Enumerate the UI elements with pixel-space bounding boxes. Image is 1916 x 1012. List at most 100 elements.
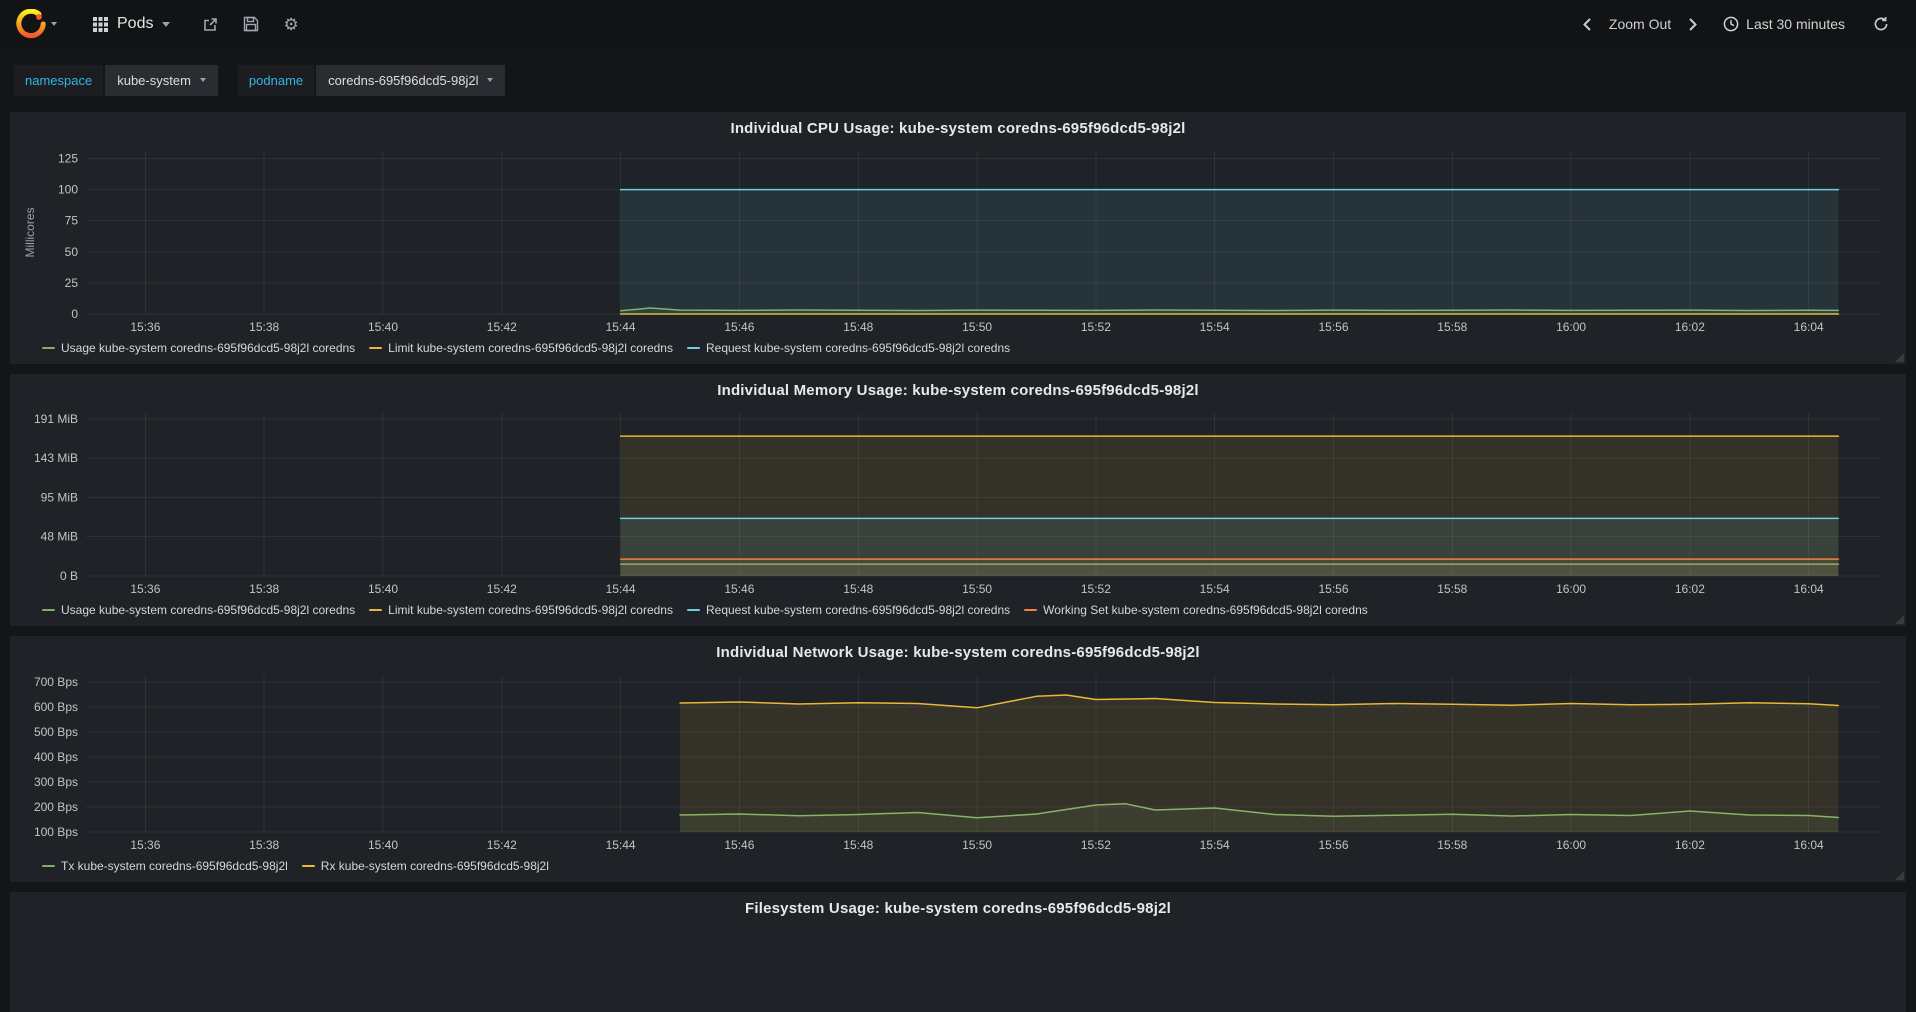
cpu-legend: Usage kube-system coredns-695f96dcd5-98j… — [20, 338, 1896, 358]
grafana-logo-icon — [16, 9, 46, 39]
legend-color-swatch-icon — [42, 347, 55, 349]
svg-text:16:00: 16:00 — [1556, 838, 1586, 852]
share-dashboard-button[interactable] — [202, 16, 219, 33]
time-shift-right-button[interactable] — [1680, 12, 1706, 37]
svg-text:15:36: 15:36 — [130, 838, 160, 852]
legend-item[interactable]: Usage kube-system coredns-695f96dcd5-98j… — [42, 341, 355, 355]
legend-label: Request kube-system coredns-695f96dcd5-9… — [705, 341, 1011, 355]
panel-title[interactable]: Individual CPU Usage: kube-system coredn… — [20, 117, 1896, 141]
svg-text:15:50: 15:50 — [962, 582, 992, 596]
legend-item[interactable]: Limit kube-system coredns-695f96dcd5-98j… — [369, 603, 673, 617]
panel-title[interactable]: Individual Network Usage: kube-system co… — [20, 641, 1896, 665]
panel-title[interactable]: Individual Memory Usage: kube-system cor… — [20, 379, 1896, 403]
legend-item[interactable]: Tx kube-system coredns-695f96dcd5-98j2l — [42, 859, 288, 873]
legend-color-swatch-icon — [301, 865, 315, 867]
svg-text:15:44: 15:44 — [606, 582, 636, 596]
legend-color-swatch-icon — [369, 347, 383, 349]
legend-color-swatch-icon — [686, 609, 700, 611]
dashboard-picker-button[interactable]: Pods — [85, 9, 178, 39]
caret-down-icon — [162, 21, 171, 27]
grafana-main-menu-button[interactable] — [8, 0, 65, 48]
navbar: Pods ⚙ Zoom Out Last 30 minutes — [0, 0, 1916, 48]
svg-text:16:02: 16:02 — [1675, 582, 1705, 596]
svg-text:15:52: 15:52 — [1081, 320, 1111, 334]
svg-text:15:44: 15:44 — [606, 320, 636, 334]
svg-text:16:02: 16:02 — [1675, 838, 1705, 852]
svg-text:75: 75 — [65, 214, 79, 228]
filesystem-usage-chart[interactable] — [20, 923, 1896, 1006]
variable-podname-value-dropdown[interactable]: coredns-695f96dcd5-98j2l — [316, 64, 506, 96]
svg-text:15:40: 15:40 — [368, 320, 398, 334]
cpu-usage-chart[interactable]: 15:36 15:38 15:40 15:42 15:44 15:46 15:48 15:50… — [20, 143, 1896, 338]
caret-down-icon — [487, 78, 494, 82]
zoom-out-label: Zoom Out — [1608, 16, 1672, 32]
svg-text:15:38: 15:38 — [249, 838, 279, 852]
svg-text:16:00: 16:00 — [1556, 320, 1586, 334]
svg-text:500 Bps: 500 Bps — [34, 725, 78, 739]
legend-label: Limit kube-system coredns-695f96dcd5-98j… — [388, 341, 673, 355]
svg-text:15:48: 15:48 — [843, 838, 873, 852]
panel-resize-handle[interactable] — [1895, 871, 1904, 880]
svg-text:15:46: 15:46 — [724, 320, 754, 334]
svg-text:16:00: 16:00 — [1556, 582, 1586, 596]
svg-text:15:48: 15:48 — [843, 582, 873, 596]
svg-text:15:58: 15:58 — [1437, 838, 1467, 852]
svg-text:15:54: 15:54 — [1200, 320, 1230, 334]
legend-item[interactable]: Usage kube-system coredns-695f96dcd5-98j… — [42, 603, 355, 617]
svg-text:143 MiB: 143 MiB — [34, 451, 78, 465]
svg-text:Millicores: Millicores — [23, 207, 37, 257]
legend-item[interactable]: Limit kube-system coredns-695f96dcd5-98j… — [369, 341, 673, 355]
save-icon — [243, 16, 259, 32]
svg-text:15:42: 15:42 — [487, 320, 517, 334]
svg-text:15:46: 15:46 — [724, 838, 754, 852]
variable-namespace-value-dropdown[interactable]: kube-system — [105, 64, 218, 96]
legend-item[interactable]: Request kube-system coredns-695f96dcd5-9… — [686, 341, 1011, 355]
legend-item[interactable]: Rx kube-system coredns-695f96dcd5-98j2l — [301, 859, 549, 873]
legend-item[interactable]: Working Set kube-system coredns-695f96dc… — [1024, 603, 1368, 617]
svg-text:15:52: 15:52 — [1081, 582, 1111, 596]
network-usage-chart[interactable]: 15:36 15:38 15:40 15:42 15:44 15:46 15:48 15:50… — [20, 667, 1896, 856]
clock-icon — [1723, 16, 1739, 32]
svg-text:15:36: 15:36 — [130, 582, 160, 596]
dashboard-panels: Individual CPU Usage: kube-system coredn… — [0, 112, 1916, 1012]
svg-text:15:54: 15:54 — [1200, 582, 1230, 596]
svg-text:16:04: 16:04 — [1794, 320, 1824, 334]
zoom-out-button[interactable]: Zoom Out — [1600, 10, 1680, 38]
dashboard-settings-button[interactable]: ⚙ — [283, 16, 298, 33]
grid-icon — [93, 16, 108, 32]
chevron-right-icon — [1689, 17, 1698, 31]
svg-text:16:04: 16:04 — [1794, 838, 1824, 852]
variable-podname: podname coredns-695f96dcd5-98j2l — [237, 64, 506, 96]
time-range-label: Last 30 minutes — [1746, 16, 1845, 32]
svg-text:15:40: 15:40 — [368, 838, 398, 852]
legend-color-swatch-icon — [42, 865, 55, 867]
svg-text:600 Bps: 600 Bps — [34, 700, 78, 714]
panel-resize-handle[interactable] — [1895, 615, 1904, 624]
variable-podname-label: podname — [237, 64, 315, 96]
caret-down-icon — [51, 22, 57, 26]
legend-item[interactable]: Request kube-system coredns-695f96dcd5-9… — [686, 603, 1010, 617]
refresh-button[interactable] — [1864, 10, 1898, 38]
legend-color-swatch-icon — [42, 609, 55, 611]
legend-label: Working Set kube-system coredns-695f96dc… — [1043, 603, 1368, 617]
svg-text:15:52: 15:52 — [1081, 838, 1111, 852]
memory-usage-chart[interactable]: 15:36 15:38 15:40 15:42 15:44 15:46 15:48 15:50… — [20, 405, 1896, 600]
svg-text:15:54: 15:54 — [1200, 838, 1230, 852]
save-dashboard-button[interactable] — [243, 16, 259, 32]
svg-text:15:40: 15:40 — [368, 582, 398, 596]
legend-label: Usage kube-system coredns-695f96dcd5-98j… — [61, 603, 356, 617]
gear-icon: ⚙ — [283, 14, 299, 34]
svg-text:15:50: 15:50 — [962, 320, 992, 334]
memory-legend: Usage kube-system coredns-695f96dcd5-98j… — [20, 600, 1896, 620]
svg-text:125: 125 — [58, 152, 78, 166]
caret-down-icon — [199, 78, 206, 82]
svg-text:100: 100 — [58, 183, 78, 197]
variable-namespace-label: namespace — [14, 64, 104, 96]
time-range-picker-button[interactable]: Last 30 minutes — [1714, 10, 1854, 38]
variable-namespace: namespace kube-system — [14, 64, 218, 96]
panel-resize-handle[interactable] — [1895, 353, 1904, 362]
panel-title[interactable]: Filesystem Usage: kube-system coredns-69… — [20, 897, 1896, 921]
svg-text:700 Bps: 700 Bps — [34, 675, 78, 689]
time-shift-left-button[interactable] — [1574, 12, 1600, 37]
svg-text:15:42: 15:42 — [487, 838, 517, 852]
